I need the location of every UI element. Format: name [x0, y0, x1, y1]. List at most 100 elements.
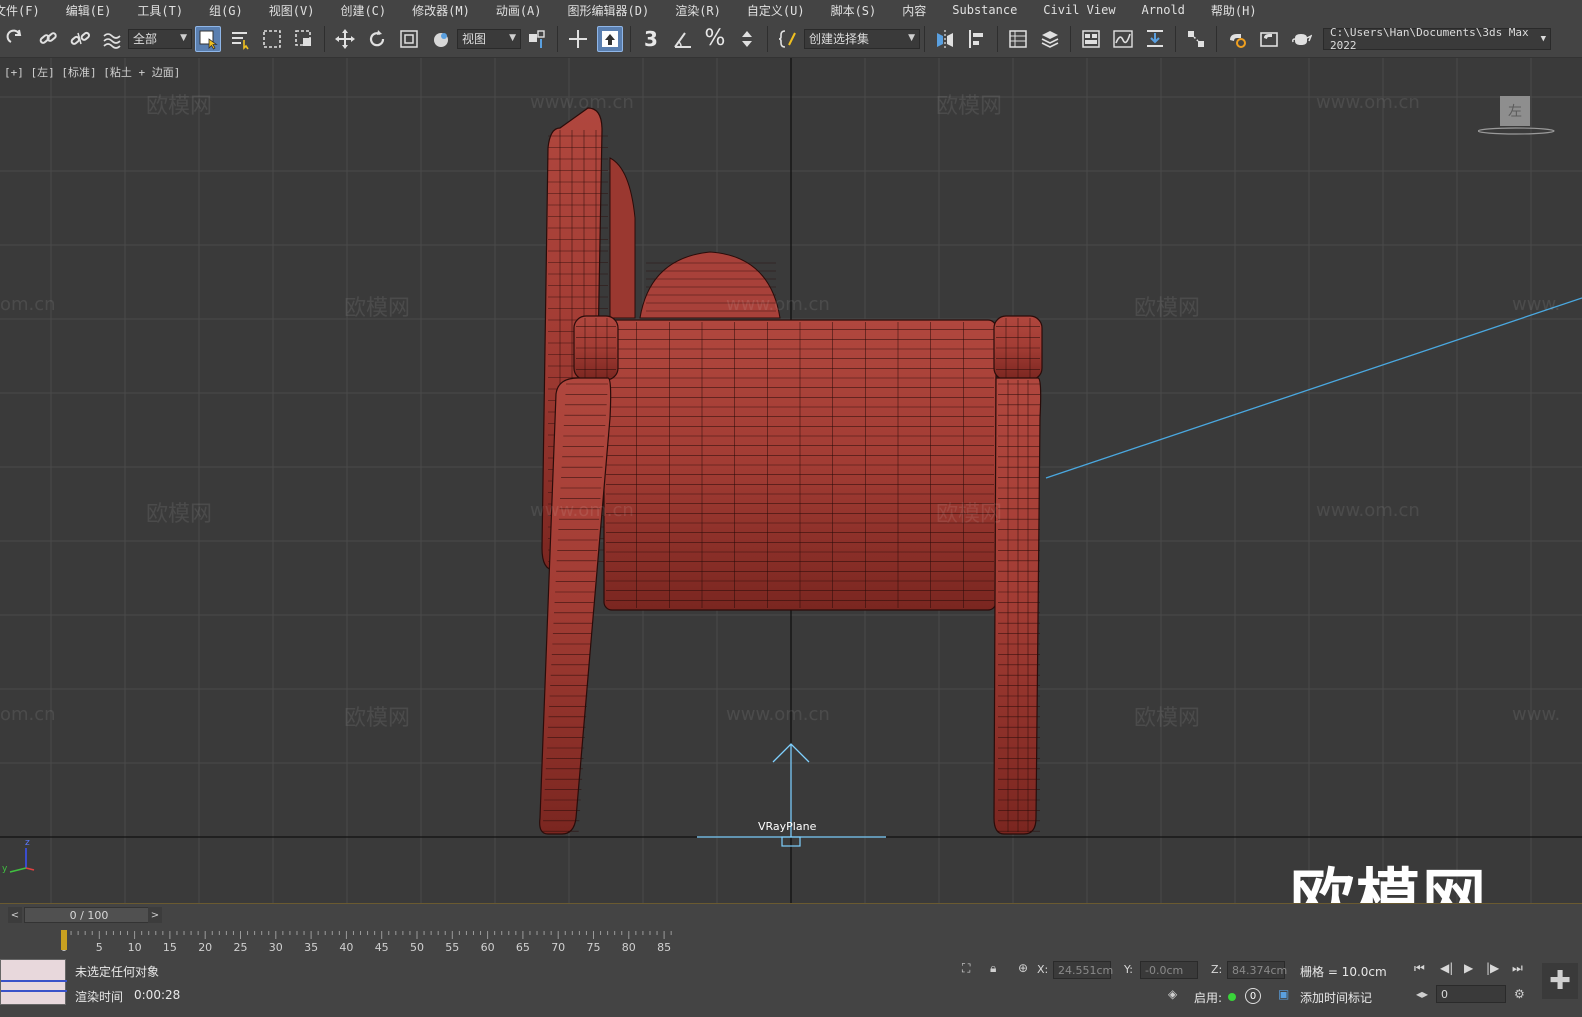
menu-item[interactable]: Arnold	[1129, 3, 1198, 17]
chevron-down-icon: ▼	[180, 32, 187, 43]
curve-editor-button[interactable]	[1110, 26, 1136, 52]
snaps-toggle-button[interactable]: 3	[638, 26, 664, 52]
layer-explorer-button[interactable]	[1037, 26, 1063, 52]
menu-item[interactable]: 修改器(M)	[399, 2, 483, 19]
curve-editor-icon	[1113, 29, 1133, 48]
maxscript-mini-listener[interactable]	[0, 959, 67, 1005]
add-time-tag-button[interactable]: 添加时间标记	[1300, 989, 1372, 1006]
selection-lock-icon[interactable]: 🔒︎	[990, 961, 996, 976]
select-and-rotate-button[interactable]	[364, 26, 390, 52]
menu-item[interactable]: Civil View	[1030, 3, 1128, 17]
frame-spinner-arrows-icon[interactable]: ◂▸	[1416, 987, 1428, 1001]
viewcube[interactable]: 左	[1478, 96, 1555, 135]
x-coord-field[interactable]: 24.551cm	[1053, 961, 1113, 979]
select-by-name-button[interactable]	[227, 26, 253, 52]
viewcube-face-left[interactable]: 左	[1500, 96, 1530, 126]
selection-filter-dropdown[interactable]: 全部 ▼	[128, 28, 192, 49]
time-slider-prev-button[interactable]: <	[8, 907, 22, 923]
menu-item[interactable]: 视图(V)	[256, 2, 328, 19]
menu-item[interactable]: 工具(T)	[124, 2, 196, 19]
track-tick-label: 65	[516, 941, 530, 954]
edit-named-selection-button[interactable]	[775, 26, 801, 52]
y-coord-field[interactable]: -0.0cm	[1140, 961, 1198, 979]
watermark-text: 欧模网	[936, 502, 1003, 527]
toolbar-separator	[1070, 25, 1071, 52]
time-slider[interactable]: < 0 / 100 >	[0, 903, 1582, 925]
toolbar-separator	[557, 25, 558, 52]
next-frame-button[interactable]: |▶	[1486, 961, 1499, 975]
menu-item[interactable]: 文件(F)	[0, 2, 53, 19]
select-and-manipulate-button[interactable]	[565, 26, 591, 52]
keyboard-shortcut-override-button[interactable]	[597, 25, 623, 52]
go-to-end-button[interactable]: ⏭	[1512, 961, 1523, 976]
select-and-link-button[interactable]	[35, 26, 61, 52]
menu-item[interactable]: 内容	[889, 2, 939, 19]
chevron-down-icon: ▼	[509, 32, 516, 43]
go-to-start-button[interactable]: ⏮	[1414, 961, 1425, 976]
z-coord-field[interactable]: 84.374cm	[1227, 961, 1287, 979]
track-tick-label: 40	[339, 941, 353, 954]
track-tick-label: 15	[163, 941, 177, 954]
render-setup-button[interactable]	[1224, 26, 1250, 52]
scene-explorer-button[interactable]	[1005, 26, 1031, 52]
menu-item[interactable]: 动画(A)	[483, 2, 555, 19]
angle-snap-toggle-button[interactable]	[670, 26, 696, 52]
menu-item[interactable]: 编辑(E)	[53, 2, 125, 19]
viewport-left[interactable]: [+] [左] [标准] [粘土 + 边面] 欧模网 www.om.cn 欧模网…	[0, 58, 1582, 903]
listener-line	[1, 980, 67, 982]
time-slider-next-button[interactable]: >	[148, 907, 162, 923]
menu-item[interactable]: 创建(C)	[327, 2, 399, 19]
percent-snap-toggle-button[interactable]: %	[702, 26, 728, 52]
percent-icon: %	[704, 26, 726, 51]
place-icon	[434, 32, 448, 47]
track-bar[interactable]: ≀∿ 0510152025303540455055606570758085	[0, 925, 1582, 957]
shortcut-override-icon	[602, 30, 618, 47]
menu-item[interactable]: Substance	[939, 3, 1030, 17]
adaptive-degradation-icon[interactable]: ◈	[1168, 987, 1177, 1001]
spinner-snap-toggle-button[interactable]	[734, 26, 760, 52]
play-button[interactable]: ▶	[1464, 961, 1473, 975]
select-object-button[interactable]	[195, 25, 221, 52]
previous-frame-button[interactable]: ◀|	[1440, 961, 1453, 975]
toggle-ribbon-button[interactable]	[1078, 26, 1104, 52]
select-and-move-button[interactable]	[332, 26, 358, 52]
align-button[interactable]	[964, 26, 990, 52]
toolbar-separator	[1175, 25, 1176, 52]
absolute-mode-transform-icon[interactable]: ⊕	[1018, 961, 1028, 975]
time-slider-thumb[interactable]: 0 / 100	[24, 907, 154, 923]
redo-button[interactable]	[3, 26, 29, 52]
menu-item[interactable]: 自定义(U)	[734, 2, 818, 19]
unlink-selection-button[interactable]	[67, 26, 93, 52]
rectangular-selection-button[interactable]	[259, 26, 285, 52]
current-frame-marker	[61, 930, 67, 950]
schematic-view-button[interactable]	[1142, 26, 1168, 52]
menu-item[interactable]: 图形编辑器(D)	[555, 2, 663, 19]
time-configuration-icon[interactable]: ⚙	[1514, 987, 1525, 1001]
menu-item[interactable]: 渲染(R)	[662, 2, 734, 19]
axis-label-z: z	[25, 838, 30, 848]
select-and-place-button[interactable]	[428, 26, 454, 52]
rendered-frame-window-button[interactable]	[1256, 26, 1282, 52]
isolate-selection-icon[interactable]: ⛶	[962, 961, 970, 976]
current-frame-field[interactable]: 0	[1436, 985, 1506, 1003]
track-tick-label: 10	[128, 941, 142, 954]
window-crossing-button[interactable]	[291, 26, 317, 52]
use-pivot-center-button[interactable]	[524, 26, 550, 52]
select-and-scale-button[interactable]	[396, 26, 422, 52]
material-editor-button[interactable]	[1183, 26, 1209, 52]
add-viewport-button[interactable]: ✚	[1542, 963, 1578, 999]
project-folder-dropdown[interactable]: C:\Users\Han\Documents\3ds Max 2022 ▼	[1323, 26, 1551, 52]
bind-to-space-warp-button[interactable]	[99, 26, 125, 52]
toolbar-separator	[630, 25, 631, 52]
menu-item[interactable]: 脚本(S)	[818, 2, 890, 19]
mirror-button[interactable]	[932, 26, 958, 52]
track-tick-label: 35	[304, 941, 318, 954]
menu-item[interactable]: 帮助(H)	[1198, 2, 1270, 19]
time-tag-cube-icon[interactable]: ▣	[1278, 987, 1289, 1001]
named-selection-dropdown[interactable]: 创建选择集 ▼	[804, 28, 920, 49]
render-production-button[interactable]	[1288, 26, 1314, 52]
viewport-label[interactable]: [+] [左] [标准] [粘土 + 边面]	[4, 64, 180, 80]
reference-coordinate-dropdown[interactable]: 视图 ▼	[457, 28, 521, 49]
menu-item[interactable]: 组(G)	[196, 2, 256, 19]
main-toolbar: 全部 ▼ 视图 ▼ 3 % 创建选择集 ▼ C:\Users\Han\Docum…	[0, 20, 1582, 58]
